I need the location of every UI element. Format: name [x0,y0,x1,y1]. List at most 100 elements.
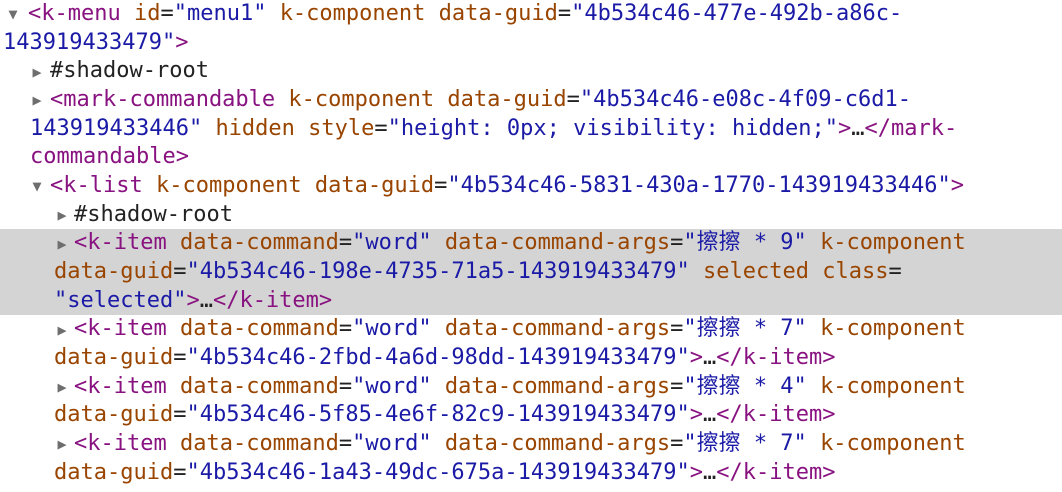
plain-text-token: = [670,316,684,342]
plain-text-token: = [173,402,187,428]
node-text-line: data-guid="4b534c46-198e-4735-71a5-14391… [54,258,902,287]
plain-text-token [432,431,445,456]
node-text-line: <k-item data-command="word" data-command… [74,315,966,344]
attribute-name-token: k-component [155,173,302,198]
tag-name-token: <k-item [74,373,167,399]
collapse-triangle-icon[interactable]: ▶ [52,201,72,230]
attribute-name-token: hidden [215,115,295,141]
plain-text-token [690,259,703,284]
plain-text-token [202,116,215,141]
attribute-value-token: "擦擦 * 7" [683,431,807,456]
node-text-line: <k-item data-command="word" data-command… [74,430,966,459]
collapse-triangle-icon[interactable]: ▶ [27,57,47,86]
attribute-name-token: data-command [179,373,339,399]
tag-name-token: <mark-commandable [50,87,276,112]
tag-name-token: </mark- [864,115,958,141]
attribute-value-token: "擦擦 * 7" [683,316,807,342]
attribute-name-token: data-guid [54,402,174,428]
plain-text-token [807,230,820,255]
plain-text-token: = [160,1,174,26]
attribute-name-token: data-command [179,316,339,342]
attribute-value-token: "height: 0px; visibility: hidden;" [387,115,838,141]
node-text-line: data-guid="4b534c46-5f85-4e6f-82c9-14391… [54,401,836,430]
dom-node-k-item[interactable]: ▶ <k-item data-command="word" data-comma… [0,430,1062,487]
plain-text-token [425,1,438,26]
plain-text-token [809,259,822,284]
attribute-name-token: k-component [288,87,435,112]
attribute-value-token: 143919433446" [30,115,203,141]
plain-text-token: = [173,459,187,485]
dom-node-k-item-selected[interactable]: ▶ <k-item data-command="word" data-comma… [0,229,1062,316]
dom-node-shadow-root[interactable]: ▶ #shadow-root [0,201,1062,230]
plain-text-token: = [338,373,353,399]
tag-name-token: > [838,115,852,141]
attribute-value-token: "4b534c46-e08c-4f09-c6d1- [579,87,911,112]
tag-name-token: </k-item> [716,344,836,370]
dom-node-mark-commandable[interactable]: ▶ <mark-commandable k-component data-gui… [0,86,1062,172]
node-text-line: 143919433479"> [3,29,188,58]
plain-text-token: = [338,316,353,342]
attribute-name-token: data-command-args [444,373,671,399]
attribute-name-token: k-component [820,230,966,256]
node-text-line: data-guid="4b534c46-1a43-49dc-675a-14391… [54,459,836,488]
attribute-name-token: data-command-args [444,316,671,342]
attribute-name-token: data-guid [54,459,174,485]
plain-text-token: = [173,344,187,370]
collapse-triangle-icon[interactable]: ▶ [52,229,72,258]
plain-text-token [167,374,180,399]
node-text-line: "selected">…</k-item> [54,287,332,316]
attribute-value-token: "word" [352,373,432,399]
dom-node-k-item[interactable]: ▶ <k-item data-command="word" data-comma… [0,315,1062,372]
plain-text-token: … [703,402,717,428]
plain-text-token: = [670,431,684,456]
collapse-triangle-icon[interactable]: ▶ [52,373,72,402]
plain-text-token [295,116,308,141]
plain-text-token: #shadow-root [50,58,209,84]
plain-text-token [302,173,315,198]
dom-node-k-menu[interactable]: ▼ <k-menu id="menu1" k-component data-gu… [0,0,1062,57]
dom-tree: ▼ <k-menu id="menu1" k-component data-gu… [0,0,1062,492]
attribute-name-token: k-component [820,431,966,456]
attribute-value-token: "4b534c46-2fbd-4a6d-98dd-143919433479" [186,344,690,370]
plain-text-token [121,1,134,26]
plain-text-token: #shadow-root [74,201,233,227]
plain-text-token [434,87,447,112]
attribute-name-token: k-component [820,373,966,399]
attribute-value-token: "擦擦 * 9" [683,230,807,256]
node-text-line: 143919433446" hidden style="height: 0px;… [30,115,957,144]
node-text-line: #shadow-root [74,201,233,230]
dom-node-shadow-root[interactable]: ▶ #shadow-root [0,57,1062,86]
plain-text-token: = [670,373,684,399]
node-text-line: #shadow-root [50,57,209,86]
attribute-name-token: data-guid [54,344,174,370]
plain-text-token: = [566,87,580,112]
plain-text-token [266,1,279,26]
node-text-line: data-guid="4b534c46-2fbd-4a6d-98dd-14391… [54,344,836,373]
collapse-triangle-icon[interactable]: ▶ [52,315,72,344]
plain-text-token: … [703,459,717,485]
attribute-name-token: data-guid [438,1,558,26]
plain-text-token: = [434,173,448,198]
attribute-value-token: 143919433479" [3,29,176,55]
plain-text-token: = [173,258,187,284]
dom-node-k-item[interactable]: ▶ <k-item data-command="word" data-comma… [0,373,1062,430]
attribute-value-token: "4b534c46-1a43-49dc-675a-143919433479" [186,459,690,485]
node-text-line: <k-item data-command="word" data-command… [74,373,966,402]
dom-node-k-list[interactable]: ▼ <k-list k-component data-guid="4b534c4… [0,172,1062,201]
attribute-name-token: data-guid [447,87,567,112]
collapse-triangle-icon[interactable]: ▶ [27,86,47,115]
attribute-name-token: data-command [179,431,339,456]
expand-triangle-icon[interactable]: ▼ [3,0,23,29]
plain-text-token [167,431,180,456]
attribute-name-token: style [308,115,375,141]
plain-text-token [432,230,445,255]
tag-name-token: commandable> [30,144,189,170]
attribute-value-token: "擦擦 * 4" [683,373,807,399]
node-text-line: <mark-commandable k-component data-guid=… [50,86,911,115]
plain-text-token: … [199,287,213,313]
attribute-value-token: "4b534c46-198e-4735-71a5-143919433479" [186,258,690,284]
plain-text-token: = [670,230,684,256]
collapse-triangle-icon[interactable]: ▶ [52,430,72,459]
attribute-value-token: "4b534c46-477e-492b-a86c- [571,1,903,26]
expand-triangle-icon[interactable]: ▼ [27,172,47,201]
